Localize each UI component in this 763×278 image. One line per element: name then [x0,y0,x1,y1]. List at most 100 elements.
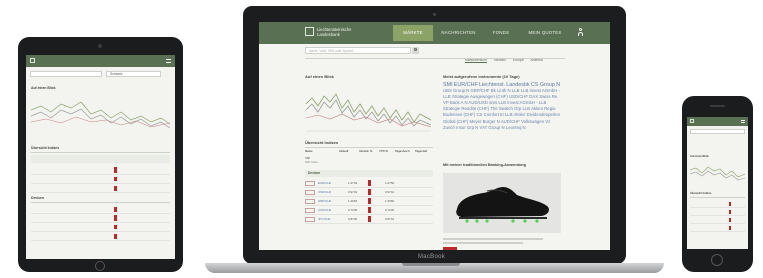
shoe-icon [456,187,549,223]
currency-row[interactable]: GBP/CHF 1.2652 1.2660 [305,197,433,206]
overview-row-sub: SMI Index [305,160,319,164]
cloud-word[interactable]: VP Bank A [443,100,463,105]
currency-row[interactable]: EUR/CHF 1.0743 1.0750 [305,179,433,188]
col-header-name: Name [305,149,313,153]
chart-title: Auf einen Blick [305,74,334,79]
cloud-word[interactable]: Landesbk [506,82,529,88]
phone-chart-title: Auf einen Blick [690,155,709,158]
tablet-device: Schweiz Auf einen Blick Übersicht Indize… [18,37,183,272]
cloud-word[interactable]: CS Group N [531,82,560,88]
currency-value-1: 0.9734 [348,190,358,194]
cloud-word[interactable]: Leonteq N [506,125,526,130]
table-row[interactable] [690,216,745,224]
phone-rows [690,200,745,240]
market-tabs: Marktübersicht Schweiz Europa Amerika [465,48,550,66]
col-header-aktuell: Aktuell [339,149,349,153]
cloud-word[interactable]: The Swatch Grp [490,106,521,111]
laptop-notch [402,263,460,266]
cloud-word[interactable]: Meyer Burger N [470,119,500,124]
instrument-word-cloud: SMI EUR/CHF Liechtenst. Landesbk CS Grou… [443,82,563,152]
tablet-divider [31,152,170,153]
cloud-word[interactable]: AUD/CHF [501,119,520,124]
promo-more-button[interactable] [443,247,457,250]
search-input[interactable]: Name, Valor, ISIN oder Symbol [305,47,411,54]
overview-row-smi[interactable]: SMI SMI Index [305,156,433,167]
phone-home-button[interactable] [711,254,723,266]
currency-value-2: 1.2660 [385,199,395,203]
table-row[interactable] [31,214,170,223]
change-bar [368,216,371,222]
cloud-word[interactable]: Zurich Insur Grp N [443,125,478,130]
cloud-word[interactable]: Liechtenst. [479,82,505,88]
overview-title: Übersicht Indizes [305,140,339,145]
cloud-word[interactable]: CS [476,112,482,117]
cloud-word[interactable]: EUR/CHF [454,82,478,88]
cloud-word[interactable]: ams [489,100,497,105]
cloud-word[interactable]: Bk Linth N [491,88,511,93]
mini-chart-icon [305,189,315,195]
table-row[interactable] [31,232,170,241]
cloud-word[interactable]: AUD/USD [469,100,488,105]
currency-value-2: 0.8741 [385,217,395,221]
cloud-word[interactable]: DAX [529,94,538,99]
tablet-screen: Schweiz Auf einen Blick Übersicht Indize… [26,55,175,259]
currency-name: EUR/CHF [318,181,332,185]
currency-value-1: 0.7236 [348,208,358,212]
overview-table-header: Name Aktuell Veränd. % YTD % Tageshoch T… [305,149,433,155]
phone-divider [690,197,745,198]
currency-row[interactable]: USD/CHF 0.9734 0.9741 [305,188,433,197]
nav-item-maerkte[interactable]: MÄRKTE [393,25,433,41]
table-row[interactable] [690,208,745,216]
mini-chart-icon [305,198,315,204]
table-row[interactable] [31,223,170,232]
tablet-menu-icon[interactable] [166,59,171,63]
nav-item-fonds[interactable]: FONDS [482,25,520,41]
currency-name: GBP/CHF [318,199,332,203]
user-icon[interactable] [577,28,584,37]
currency-value-2: 0.9741 [385,190,395,194]
tablet-currencies-title: Devisen [31,196,45,200]
promo-text-line [443,238,543,240]
phone-speaker [710,105,725,107]
table-row[interactable] [31,184,170,193]
nav-item-nachrichten[interactable]: NACHRICHTEN [436,25,481,41]
currency-row[interactable]: AUD/CHF 0.7236 0.7240 [305,206,433,215]
phone-logo-icon [690,119,694,123]
cloud-word[interactable]: LLB [512,88,520,93]
table-row[interactable] [31,205,170,214]
cloud-word[interactable]: Volkswagen Vz [521,119,550,124]
cloud-word[interactable]: UBS Group N [443,88,469,93]
currency-value-2: 0.7240 [385,208,395,212]
tablet-camera [98,44,102,48]
cloud-word[interactable]: GBP/CHF [470,88,489,93]
table-row[interactable] [690,200,745,208]
phone-overview-title: Übersicht Indizes [690,192,712,195]
cloud-word[interactable]: Swiss Re [539,94,557,99]
table-row[interactable] [31,175,170,184]
cloud-word[interactable]: USD/CHF [509,94,528,99]
currency-row[interactable]: JPY/CHF 0.8730 0.8741 [305,215,433,224]
laptop-screen: Liechtensteinische Landesbank MÄRKTE NAC… [259,22,610,250]
currency-table: EUR/CHF 1.0743 1.0750 USD/CHF 0.9734 0.9741 GB… [305,179,433,224]
table-row[interactable] [31,166,170,175]
phone-menu-icon[interactable] [741,120,745,123]
tablet-search-input[interactable] [30,71,102,77]
cloud-word[interactable]: LLB Invest [521,88,541,93]
col-header-veraend: Veränd. % [359,149,373,153]
cloud-word[interactable]: VAT Group N [480,125,505,130]
phone-search-input[interactable] [690,129,745,134]
search-icon[interactable] [412,47,419,54]
tablet-home-button[interactable] [95,261,105,271]
nav-item-mein-quotes[interactable]: MEIN QUOTES [521,25,569,41]
laptop-brand-label: MacBook [417,254,446,260]
most-searched-title: Meist aufgerufene Instrumente (10 Tage) [443,74,520,79]
table-row[interactable] [690,224,745,232]
promo-shoe-image [443,173,561,233]
cloud-word[interactable]: Comfort III [484,112,504,117]
change-bar [368,189,371,195]
currency-value-1: 1.2652 [348,199,358,203]
market-overview-chart [306,93,431,132]
tablet-market-select[interactable]: Schweiz [106,71,161,77]
cloud-word[interactable]: N [464,100,467,105]
cloud-word[interactable]: SMI [443,82,453,88]
